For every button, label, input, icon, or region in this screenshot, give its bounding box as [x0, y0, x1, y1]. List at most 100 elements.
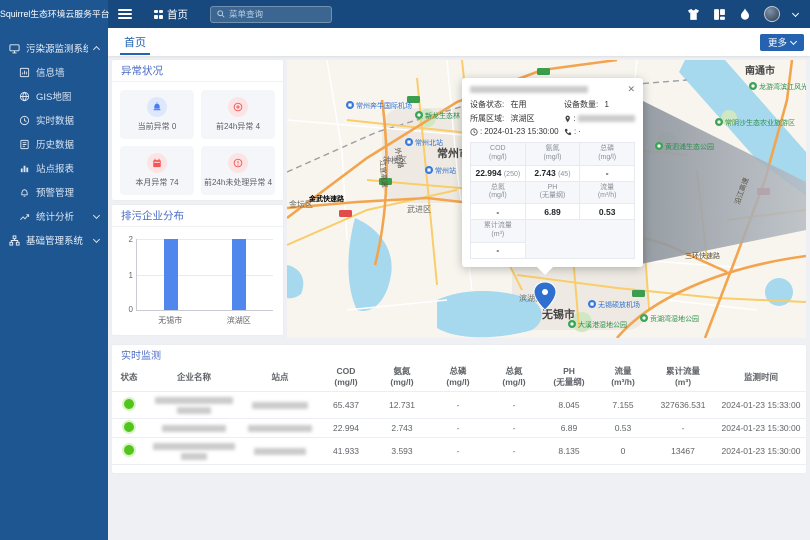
map-poi-label: 黄泗浦生态公园 [665, 142, 714, 151]
document-icon [19, 139, 30, 150]
sidebar-menu: 污染源监测系统 信息墙 GIS地图 实时数据 历史数据 站点报表 预警管理 [0, 36, 108, 252]
sidebar-item-label: 基础管理系统 [26, 233, 88, 247]
stat-card-24h-abnormal: 前24h异常 4 [201, 90, 275, 139]
topbar-home-link[interactable]: 首页 [154, 7, 188, 22]
sidebar-item-label: 预警管理 [36, 185, 99, 199]
panel-title: 异常状况 [112, 60, 283, 82]
phone-icon [564, 128, 572, 136]
map-road-label: 金武快速路 [308, 194, 345, 203]
layout-columns-icon[interactable] [713, 8, 726, 21]
sidebar-item-label: 历史数据 [36, 137, 99, 151]
col-ph: PH [563, 366, 575, 376]
device-count-label: 设备数量: [564, 99, 598, 110]
sidebar: Squirrel生态环境云服务平台 污染源监测系统 信息墙 GIS地图 实时数据… [0, 0, 108, 540]
col-flow: 流量 [614, 366, 631, 376]
chevron-down-icon [790, 37, 797, 44]
chevron-down-icon [93, 211, 100, 218]
theme-skin-icon[interactable] [687, 8, 700, 21]
col-tp: 总磷 [449, 366, 466, 376]
user-avatar[interactable] [764, 6, 780, 22]
col-station: 站点 [271, 372, 288, 382]
sidebar-item-realtime-data[interactable]: 实时数据 [0, 108, 108, 132]
sidebar-item-alert-management[interactable]: 预警管理 [0, 180, 108, 204]
phone-separator: : [574, 127, 576, 136]
redacted-station-name [254, 448, 306, 455]
stat-card-current-abnormal: 当前异常 0 [120, 90, 194, 139]
col-total-flow: 累计流量 [666, 366, 700, 376]
sidebar-item-pollution-system[interactable]: 污染源监测系统 [0, 36, 108, 60]
popup-metrics-table: COD(mg/l) 氨氮(mg/l) 总磷(mg/l) 22.994 (250)… [470, 142, 635, 259]
cell-ph: 8.045 [542, 392, 596, 419]
table-row[interactable]: 22.994 2.743 - - 6.89 0.53 - 2024-01-23 … [112, 419, 806, 438]
panel-title: 排污企业分布 [112, 205, 283, 227]
topbar-actions [687, 6, 810, 22]
sidebar-item-label: 污染源监测系统 [26, 41, 88, 55]
col-time: 监测时间 [744, 372, 778, 382]
cell-ph: 6.89 [542, 419, 596, 438]
info-wall-icon [19, 67, 30, 78]
bell-icon [19, 187, 30, 198]
more-button[interactable]: 更多 [760, 34, 804, 51]
hamburger-menu-icon[interactable] [118, 9, 132, 19]
metric-value: 22.994 [475, 168, 501, 178]
sidebar-item-history-data[interactable]: 历史数据 [0, 132, 108, 156]
sidebar-item-gis-map[interactable]: GIS地图 [0, 84, 108, 108]
hierarchy-icon [9, 235, 20, 246]
map-poi-label: 新龙生态林 [425, 111, 460, 120]
cell-tn: - [486, 392, 542, 419]
table-row[interactable]: 41.933 3.593 - - 8.135 0 13467 2024-01-2… [112, 438, 806, 465]
col-tn: 总氮 [505, 366, 522, 376]
sidebar-item-base-system[interactable]: 基础管理系统 [0, 228, 108, 252]
chevron-down-icon[interactable] [792, 9, 799, 16]
sidebar-item-info-wall[interactable]: 信息墙 [0, 60, 108, 84]
y-tick: 2 [123, 235, 133, 244]
redacted-company-name [177, 407, 211, 414]
metric-unit: (无量纲) [540, 192, 566, 199]
monitoring-table: 状态 企业名称 站点 COD(mg/l) 氨氮(mg/l) 总磷(mg/l) 总… [112, 363, 806, 465]
metric-value: - [471, 242, 526, 258]
cell-tn: - [486, 438, 542, 465]
status-dot-online [124, 399, 134, 409]
redacted-station-name [252, 402, 308, 409]
map-poi-label: 龙游湾滨江风光带 [759, 82, 806, 91]
col-cod: COD [337, 366, 356, 376]
metric-unit: (mg/l) [544, 154, 562, 161]
tab-home[interactable]: 首页 [120, 28, 150, 56]
globe-icon [19, 91, 30, 102]
map-canvas[interactable]: 常州市 无锡市 南通市 钟楼区 武进区 金坛区 滨湖区 金武快速路 外环路 江宜… [287, 60, 806, 338]
cell-total-flow: - [650, 419, 716, 438]
map-poi-label: 贡湖湾湿地公园 [650, 314, 699, 323]
table-row[interactable]: 65.437 12.731 - - 8.045 7.155 327636.531… [112, 392, 806, 419]
search-input[interactable] [229, 9, 325, 19]
popup-phone: · [578, 127, 581, 136]
map-road-label: 三环快速路 [685, 251, 720, 260]
grid-icon [154, 10, 163, 19]
location-pin-icon [564, 115, 571, 123]
y-tick: 1 [123, 271, 133, 280]
redacted-company-name [155, 397, 233, 404]
flame-icon[interactable] [739, 8, 751, 21]
stat-card-month-abnormal: 本月异常 74 [120, 146, 194, 195]
device-status-value: 在用 [510, 99, 526, 110]
status-dot-online [124, 445, 134, 455]
sidebar-item-station-report[interactable]: 站点报表 [0, 156, 108, 180]
redacted-company-name [153, 443, 235, 450]
close-icon[interactable]: ✕ [627, 85, 635, 94]
cell-cod: 41.933 [318, 438, 374, 465]
stat-value: 74 [170, 178, 179, 187]
metric-name: 累计流量 [484, 222, 512, 229]
menu-search[interactable] [210, 6, 332, 23]
metric-value: 2.743 [534, 168, 555, 178]
time-separator: : [480, 127, 482, 136]
address-separator: : [573, 114, 575, 123]
map-district-label: 武进区 [407, 204, 431, 214]
topbar-home-label: 首页 [167, 7, 188, 22]
sidebar-item-label: 信息墙 [36, 65, 99, 79]
sidebar-item-statistics[interactable]: 统计分析 [0, 204, 108, 228]
bar-chart: 2 1 0 [136, 239, 273, 311]
map-poi-label: 常州奔牛国际机场 [356, 101, 412, 110]
metric-name: COD [490, 145, 506, 152]
col-nh3: 氨氮 [393, 366, 410, 376]
cell-flow: 7.155 [596, 392, 650, 419]
y-tick: 0 [123, 305, 133, 314]
